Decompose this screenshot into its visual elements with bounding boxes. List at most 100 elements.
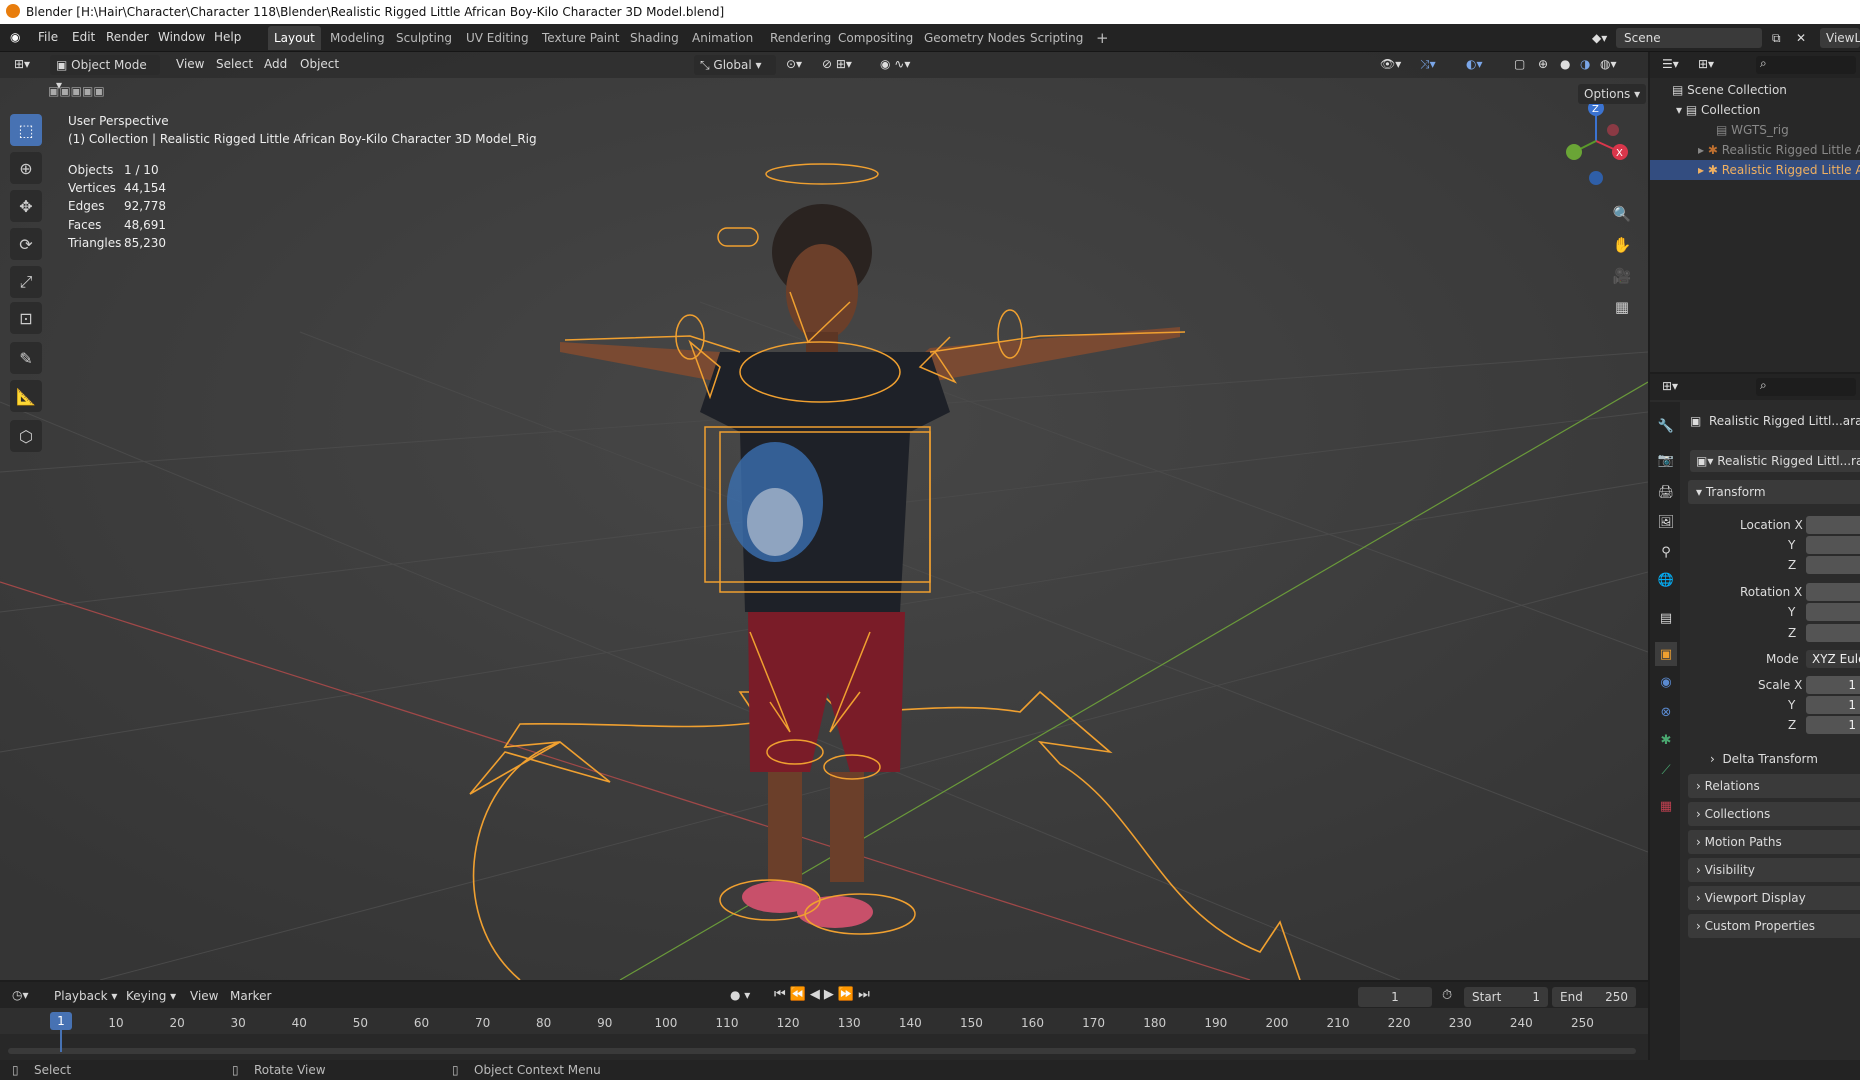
collections-panel-header[interactable]: › Collections — [1688, 802, 1860, 826]
timeline-scrollbar[interactable] — [8, 1048, 1636, 1054]
preview-range-icon[interactable]: ⏱ — [1442, 988, 1452, 1003]
view-layer-field[interactable]: ViewL — [1820, 28, 1860, 48]
marker-menu[interactable]: Marker — [230, 989, 271, 1003]
tab-layout[interactable]: Layout — [268, 26, 321, 50]
shading-rendered-icon[interactable]: ◍▾ — [1600, 57, 1617, 71]
custom-properties-panel-header[interactable]: › Custom Properties — [1688, 914, 1860, 938]
current-frame-field[interactable]: 1 — [1358, 987, 1432, 1007]
measure-tool[interactable]: 📐 — [10, 380, 42, 412]
rotate-tool[interactable]: ⟳ — [10, 228, 42, 260]
menu-file[interactable]: File — [38, 30, 58, 44]
pivot-icon[interactable]: ⊙▾ — [786, 57, 802, 71]
proportional-edit-icon[interactable]: ◉ ∿▾ — [880, 57, 910, 71]
relations-panel-header[interactable]: › Relations — [1688, 774, 1860, 798]
scale-tool[interactable]: ⤢ — [10, 266, 42, 298]
tab-sculpting[interactable]: Sculpting — [390, 26, 458, 50]
navigation-gizmo[interactable]: Z X — [1556, 96, 1636, 186]
menu-edit[interactable]: Edit — [72, 30, 95, 44]
location-z-field[interactable] — [1806, 556, 1860, 574]
display-mode-icon[interactable]: ⊞▾ — [1698, 57, 1714, 71]
playback-controls[interactable]: ⏮⏪◀▶⏩⏭ — [774, 987, 874, 1002]
menu-select[interactable]: Select — [216, 57, 253, 71]
zoom-icon[interactable]: 🔍 — [1608, 200, 1636, 228]
transform-tool[interactable]: ⊡ — [10, 302, 42, 334]
keying-menu[interactable]: Keying ▾ — [126, 989, 176, 1003]
overlays-icon[interactable]: ◐▾ — [1466, 57, 1483, 71]
menu-window[interactable]: Window — [158, 30, 205, 44]
tab-uv-editing[interactable]: UV Editing — [460, 26, 535, 50]
tab-compositing[interactable]: Compositing — [832, 26, 919, 50]
move-tool[interactable]: ✥ — [10, 190, 42, 222]
output-tab-icon[interactable]: 🖨 — [1655, 480, 1677, 504]
add-workspace-icon[interactable]: + — [1090, 26, 1115, 50]
location-x-field[interactable] — [1806, 516, 1860, 534]
3d-viewport[interactable]: Z X — [0, 52, 1648, 980]
new-scene-icon[interactable]: ⧉ — [1768, 28, 1792, 48]
tab-modeling[interactable]: Modeling — [324, 26, 391, 50]
object-mode-dropdown[interactable]: ▣ Object Mode ▾ — [50, 55, 160, 92]
object-data-selector[interactable]: ▣▾ Realistic Rigged Littl...rac — [1690, 450, 1860, 472]
outliner-item-selected[interactable]: ▸ ✱ Realistic Rigged Little A — [1650, 160, 1860, 180]
menu-render[interactable]: Render — [106, 30, 149, 44]
rotation-z-field[interactable] — [1806, 624, 1860, 642]
shading-wireframe-icon[interactable]: ⊕ — [1538, 57, 1548, 71]
delete-scene-icon[interactable]: ✕ — [1794, 28, 1812, 48]
menu-view[interactable]: View — [176, 57, 204, 71]
playhead-frame[interactable]: 1 — [50, 1012, 72, 1030]
camera-view-icon[interactable]: 🎥 — [1608, 262, 1636, 290]
physics-tab-icon[interactable]: ✱ — [1655, 728, 1677, 752]
visibility-icon[interactable]: 👁▾ — [1380, 57, 1401, 71]
data-tab-icon[interactable]: ⟋ — [1655, 758, 1677, 782]
add-cube-tool[interactable]: ⬡ — [10, 420, 42, 452]
rotation-mode-dropdown[interactable]: XYZ Eule — [1806, 650, 1860, 668]
start-frame-field[interactable]: Start 1 — [1464, 987, 1548, 1007]
timeline-editor-icon[interactable]: ◷▾ — [12, 988, 29, 1002]
scale-z-field[interactable]: 1 — [1806, 716, 1860, 734]
pan-hand-icon[interactable]: ✋ — [1608, 231, 1636, 259]
view-layer-tab-icon[interactable]: 🖼 — [1655, 510, 1677, 534]
cursor-tool[interactable]: ⊕ — [10, 152, 42, 184]
transform-orientation-dropdown[interactable]: ⤡ Global ▾ — [694, 55, 776, 75]
collection-tab-icon[interactable]: ▤ — [1655, 606, 1677, 630]
scale-x-field[interactable]: 1 — [1806, 676, 1860, 694]
motion-paths-panel-header[interactable]: › Motion Paths — [1688, 830, 1860, 854]
gizmo-toggle-icon[interactable]: ⤨▾ — [1420, 57, 1436, 72]
world-tab-icon[interactable]: 🌐 — [1655, 568, 1677, 592]
tab-scripting[interactable]: Scripting — [1024, 26, 1089, 50]
render-tab-icon[interactable]: 📷 — [1655, 448, 1677, 472]
options-button[interactable]: Options ▾ — [1578, 84, 1647, 104]
rotation-y-field[interactable] — [1806, 603, 1860, 621]
properties-search-input[interactable]: ⌕ — [1756, 378, 1856, 396]
tab-rendering[interactable]: Rendering — [764, 26, 837, 50]
tab-animation[interactable]: Animation — [686, 26, 759, 50]
outliner-scene-collection[interactable]: ▤ Scene Collection — [1650, 80, 1860, 100]
visibility-panel-header[interactable]: › Visibility — [1688, 858, 1860, 882]
object-tab-icon[interactable]: ▣ — [1655, 642, 1677, 666]
constraints-tab-icon[interactable]: ⊗ — [1655, 700, 1677, 724]
end-frame-field[interactable]: End 250 — [1552, 987, 1636, 1007]
scale-y-field[interactable]: 1 — [1806, 696, 1860, 714]
rotation-x-field[interactable] — [1806, 583, 1860, 601]
shading-solid-icon[interactable]: ● — [1560, 57, 1570, 71]
tool-tab-icon[interactable]: 🔧 — [1655, 414, 1677, 438]
viewport-display-panel-header[interactable]: › Viewport Display — [1688, 886, 1860, 910]
select-box-tool[interactable]: ⬚ — [10, 114, 42, 146]
properties-editor-icon[interactable]: ⊞▾ — [1662, 379, 1678, 393]
outliner-search-input[interactable]: ⌕ — [1756, 56, 1856, 74]
texture-tab-icon[interactable]: ▦ — [1655, 794, 1677, 818]
blender-menu-icon[interactable]: ◉ — [10, 30, 20, 44]
scene-tab-icon[interactable]: ⚲ — [1655, 540, 1677, 564]
transform-panel-header[interactable]: ▾ Transform — [1688, 480, 1860, 504]
menu-help[interactable]: Help — [214, 30, 241, 44]
outliner-collection[interactable]: ▾ ▤ Collection — [1650, 100, 1860, 120]
tab-texture-paint[interactable]: Texture Paint — [536, 26, 625, 50]
timeline-view-menu[interactable]: View — [190, 989, 218, 1003]
menu-object[interactable]: Object — [300, 57, 339, 71]
outliner-editor-icon[interactable]: ☰▾ — [1662, 57, 1679, 71]
location-y-field[interactable] — [1806, 536, 1860, 554]
tab-geometry-nodes[interactable]: Geometry Nodes — [918, 26, 1031, 50]
object-name-row[interactable]: ▣ Realistic Rigged Littl...aract — [1690, 414, 1860, 428]
outliner-item[interactable]: ▸ ✱ Realistic Rigged Little A — [1650, 140, 1860, 160]
tab-shading[interactable]: Shading — [624, 26, 685, 50]
record-icon[interactable]: ● ▾ — [730, 988, 750, 1002]
